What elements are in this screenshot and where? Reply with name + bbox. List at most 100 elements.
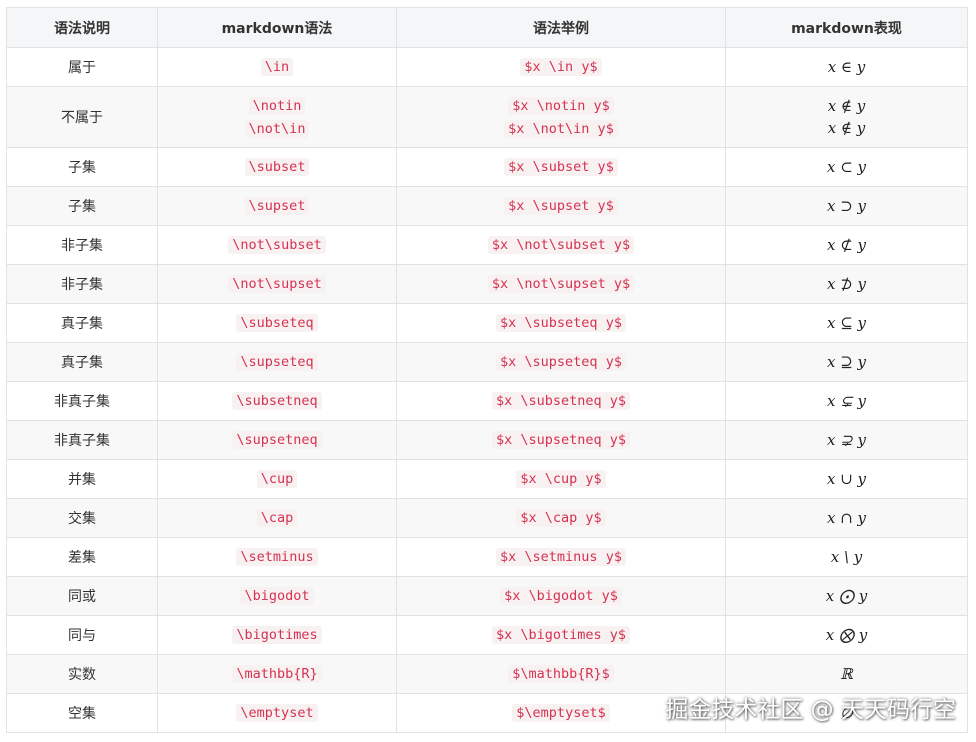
example-code: $x \not\subset y$ — [487, 236, 635, 254]
header-desc: 语法说明 — [6, 7, 158, 48]
table-row: 子集 \subset $x \subset y$ x ⊂ y — [6, 147, 968, 187]
math-render: ℝ — [840, 665, 853, 683]
math-render: x ⊅ y — [826, 275, 867, 293]
cell-syntax: \subsetneq — [157, 381, 397, 421]
header-render: markdown表现 — [725, 7, 968, 48]
cell-example: $x \subsetneq y$ — [396, 381, 726, 421]
cell-render: x ∩ y — [725, 498, 968, 538]
cell-render: x ∉ y x ∉ y — [725, 86, 968, 148]
syntax-code: \mathbb{R} — [232, 665, 322, 683]
cell-desc: 不属于 — [6, 86, 158, 148]
cell-desc: 非子集 — [6, 264, 158, 304]
cell-desc: 子集 — [6, 147, 158, 187]
math-render: x ⊂ y — [826, 158, 867, 176]
table-row: 属于 \in $x \in y$ x ∈ y — [6, 47, 968, 87]
syntax-code: \supseteq — [236, 353, 318, 371]
cell-example: $x \cap y$ — [396, 498, 726, 538]
cell-example: $x \supset y$ — [396, 186, 726, 226]
cell-syntax: \emptyset — [157, 693, 397, 733]
cell-example: $x \cup y$ — [396, 459, 726, 499]
header-row: 语法说明 markdown语法 语法举例 markdown表现 — [6, 7, 968, 48]
table-row: 非子集 \not\supset $x \not\supset y$ x ⊅ y — [6, 264, 968, 304]
math-render: x ∩ y — [826, 509, 867, 527]
cell-render: x ⊂ y — [725, 147, 968, 187]
cell-example: $x \bigodot y$ — [396, 576, 726, 616]
table-row: 子集 \supset $x \supset y$ x ⊃ y — [6, 186, 968, 226]
math-render: x ∈ y — [827, 58, 866, 76]
cell-example: $x \notin y$ $x \not\in y$ — [396, 86, 726, 148]
syntax-code: \not\subset — [228, 236, 326, 254]
cell-syntax: \cup — [157, 459, 397, 499]
table-row: 交集 \cap $x \cap y$ x ∩ y — [6, 498, 968, 538]
cell-syntax: \mathbb{R} — [157, 654, 397, 694]
cell-syntax: \supsetneq — [157, 420, 397, 460]
syntax-code: \not\supset — [228, 275, 326, 293]
example-code: $x \bigotimes y$ — [491, 626, 631, 644]
example-code: $x \cup y$ — [516, 470, 606, 488]
example-code: $x \supseteq y$ — [496, 353, 626, 371]
cell-syntax: \supset — [157, 186, 397, 226]
syntax-code: \supset — [244, 197, 310, 215]
table-row: 非真子集 \subsetneq $x \subsetneq y$ x ⊊ y — [6, 381, 968, 421]
cell-desc: 非真子集 — [6, 381, 158, 421]
syntax-code: \notin — [248, 96, 306, 115]
table-row: 实数 \mathbb{R} $\mathbb{R}$ ℝ — [6, 654, 968, 694]
cell-syntax: \notin \not\in — [157, 86, 397, 148]
cell-render: x ∈ y — [725, 47, 968, 87]
header-syntax: markdown语法 — [157, 7, 397, 48]
example-code: $x \subseteq y$ — [496, 314, 626, 332]
example-code: $x \not\supset y$ — [487, 275, 635, 293]
cell-render: x ∪ y — [725, 459, 968, 499]
cell-syntax: \setminus — [157, 537, 397, 577]
cell-render: x ⊋ y — [725, 420, 968, 460]
cell-syntax: \not\subset — [157, 225, 397, 265]
cell-syntax: \subset — [157, 147, 397, 187]
syntax-code: \emptyset — [236, 704, 318, 722]
table-row: 不属于 \notin \not\in $x \notin y$ $x \not\in y… — [6, 86, 968, 148]
cell-desc: 空集 — [6, 693, 158, 733]
cell-example: $x \subseteq y$ — [396, 303, 726, 343]
cell-render: x ⊅ y — [725, 264, 968, 304]
watermark: 掘金技术社区 @ 天天码行空 — [665, 697, 956, 723]
example-code: $x \cap y$ — [516, 509, 606, 527]
cell-desc: 非真子集 — [6, 420, 158, 460]
cell-render: x ⨂ y — [725, 615, 968, 655]
cell-desc: 差集 — [6, 537, 158, 577]
cell-example: $x \supsetneq y$ — [396, 420, 726, 460]
math-render: x ∉ y — [827, 97, 866, 115]
table-row: 差集 \setminus $x \setminus y$ x \ y — [6, 537, 968, 577]
cell-desc: 子集 — [6, 186, 158, 226]
example-code: $x \not\in y$ — [504, 119, 618, 138]
table-row: 真子集 \subseteq $x \subseteq y$ x ⊆ y — [6, 303, 968, 343]
cell-syntax: \bigodot — [157, 576, 397, 616]
example-code: $x \in y$ — [520, 58, 602, 76]
cell-desc: 属于 — [6, 47, 158, 87]
example-code: $\mathbb{R}$ — [508, 665, 614, 683]
cell-desc: 真子集 — [6, 342, 158, 382]
example-code: $x \subset y$ — [504, 158, 618, 176]
cell-desc: 同与 — [6, 615, 158, 655]
example-code: $x \supset y$ — [504, 197, 618, 215]
cell-example: $x \in y$ — [396, 47, 726, 87]
math-render: x ∪ y — [826, 470, 867, 488]
example-code: $x \supsetneq y$ — [491, 431, 631, 449]
math-render: x ⨂ y — [825, 626, 868, 644]
cell-desc: 非子集 — [6, 225, 158, 265]
syntax-code: \cup — [256, 470, 298, 488]
table-row: 同与 \bigotimes $x \bigotimes y$ x ⨂ y — [6, 615, 968, 655]
table-row: 并集 \cup $x \cup y$ x ∪ y — [6, 459, 968, 499]
math-render: x ⊆ y — [826, 314, 867, 332]
syntax-code: \bigotimes — [232, 626, 322, 644]
cell-desc: 并集 — [6, 459, 158, 499]
example-code: $x \setminus y$ — [496, 548, 626, 566]
cell-render: x ⨀ y — [725, 576, 968, 616]
table-row: 非真子集 \supsetneq $x \supsetneq y$ x ⊋ y — [6, 420, 968, 460]
cell-render: x ⊆ y — [725, 303, 968, 343]
syntax-table: 语法说明 markdown语法 语法举例 markdown表现 属于 \in $x … — [6, 7, 968, 733]
example-code: $x \subsetneq y$ — [491, 392, 631, 410]
cell-desc: 交集 — [6, 498, 158, 538]
syntax-code: \subsetneq — [232, 392, 322, 410]
math-render: x ⊊ y — [826, 392, 867, 410]
syntax-code: \not\in — [244, 119, 310, 138]
cell-example: $x \not\supset y$ — [396, 264, 726, 304]
